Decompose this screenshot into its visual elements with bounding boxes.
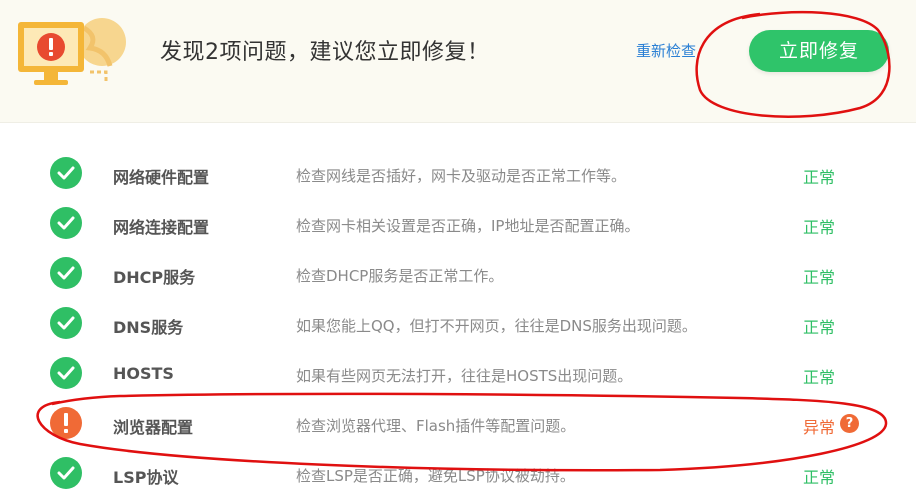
header-banner: 发现2项问题，建议您立即修复！ 重新检查 立即修复 bbox=[0, 0, 916, 123]
check-ok-icon bbox=[50, 357, 82, 389]
help-question-icon[interactable]: ? bbox=[840, 414, 859, 433]
check-row-dns: DNS服务 如果您能上QQ，但打不开网页，往往是DNS服务出现问题。 正常 bbox=[0, 300, 916, 350]
check-status: 异常 bbox=[803, 418, 836, 437]
check-row-network-connection: 网络连接配置 检查网卡相关设置是否正确，IP地址是否配置正确。 正常 bbox=[0, 200, 916, 250]
warning-icon bbox=[50, 407, 82, 439]
check-ok-icon bbox=[50, 307, 82, 339]
check-status: 正常 bbox=[803, 168, 836, 187]
check-row-hosts: HOSTS 如果有些网页无法打开，往往是HOSTS出现问题。 正常 bbox=[0, 350, 916, 400]
check-status: 正常 bbox=[803, 218, 836, 237]
check-description: 检查网卡相关设置是否正确，IP地址是否配置正确。 bbox=[296, 217, 640, 235]
check-description: 检查浏览器代理、Flash插件等配置问题。 bbox=[296, 417, 576, 435]
check-description: 检查LSP是否正确，避免LSP协议被劫持。 bbox=[296, 467, 575, 485]
check-ok-icon bbox=[50, 457, 82, 489]
check-description: 如果您能上QQ，但打不开网页，往往是DNS服务出现问题。 bbox=[296, 317, 697, 335]
check-status: 正常 bbox=[803, 268, 836, 287]
check-ok-icon bbox=[50, 157, 82, 189]
fix-now-button[interactable]: 立即修复 bbox=[749, 30, 889, 72]
check-name: 网络硬件配置 bbox=[113, 168, 210, 187]
check-name: HOSTS bbox=[113, 364, 174, 383]
check-description: 检查DHCP服务是否正常工作。 bbox=[296, 267, 504, 285]
check-description: 如果有些网页无法打开，往往是HOSTS出现问题。 bbox=[296, 367, 633, 385]
check-name: 浏览器配置 bbox=[113, 418, 194, 437]
monitor-warning-icon bbox=[18, 18, 126, 85]
check-name: LSP协议 bbox=[113, 468, 179, 487]
check-row-dhcp: DHCP服务 检查DHCP服务是否正常工作。 正常 bbox=[0, 250, 916, 300]
check-ok-icon bbox=[50, 257, 82, 289]
check-status: 正常 bbox=[803, 368, 836, 387]
recheck-link[interactable]: 重新检查 bbox=[636, 40, 696, 61]
check-name: 网络连接配置 bbox=[113, 218, 210, 237]
check-ok-icon bbox=[50, 207, 82, 239]
check-name: DNS服务 bbox=[113, 318, 184, 337]
check-row-network-hardware: 网络硬件配置 检查网线是否插好，网卡及驱动是否正常工作等。 正常 bbox=[0, 150, 916, 200]
problem-summary-title: 发现2项问题，建议您立即修复！ bbox=[160, 40, 490, 65]
check-description: 检查网线是否插好，网卡及驱动是否正常工作等。 bbox=[296, 167, 627, 185]
check-row-browser: 浏览器配置 检查浏览器代理、Flash插件等配置问题。 异常 ? bbox=[0, 400, 916, 450]
check-row-lsp: LSP协议 检查LSP是否正确，避免LSP协议被劫持。 正常 bbox=[0, 450, 916, 500]
check-status: 正常 bbox=[803, 468, 836, 487]
check-name: DHCP服务 bbox=[113, 268, 196, 287]
check-status: 正常 bbox=[803, 318, 836, 337]
